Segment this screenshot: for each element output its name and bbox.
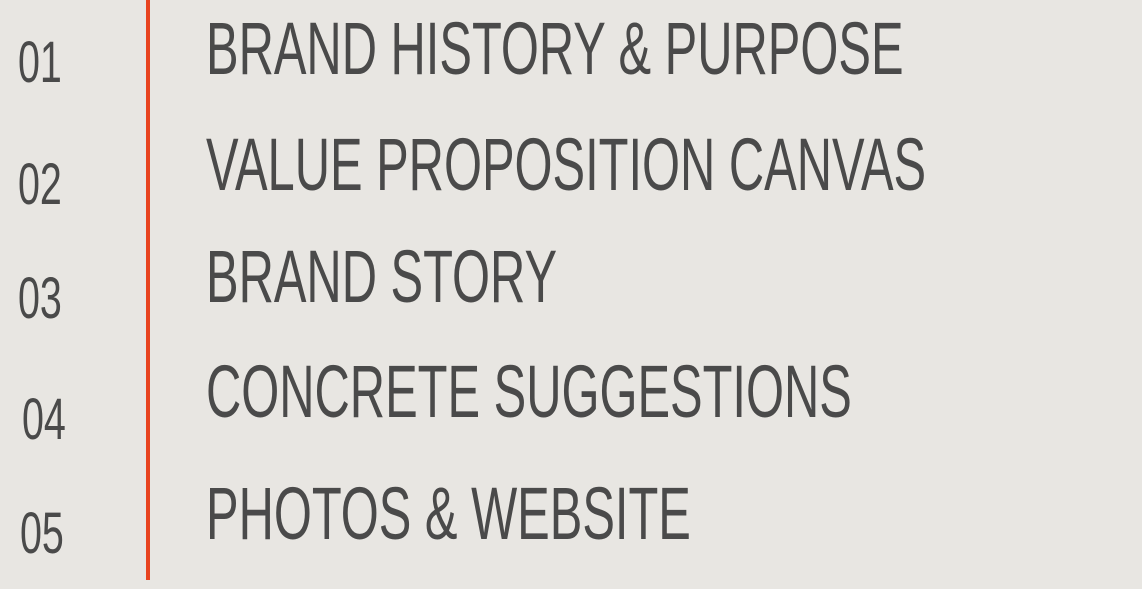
agenda-list: 01 BRAND HISTORY & PURPOSE 02 VALUE PROP… — [0, 0, 1142, 580]
agenda-item: 03 BRAND STORY — [0, 222, 1142, 332]
agenda-item-number: 01 — [18, 30, 62, 95]
agenda-item: 01 BRAND HISTORY & PURPOSE — [0, 0, 1142, 104]
agenda-item: 02 VALUE PROPOSITION CANVAS — [0, 110, 1142, 220]
agenda-item: 04 CONCRETE SUGGESTIONS — [0, 337, 1142, 452]
agenda-item-title: PHOTOS & WEBSITE — [206, 472, 691, 555]
agenda-item-title: BRAND HISTORY & PURPOSE — [206, 7, 904, 90]
agenda-item: 05 PHOTOS & WEBSITE — [0, 459, 1142, 569]
agenda-item-title: VALUE PROPOSITION CANVAS — [206, 123, 927, 206]
agenda-item-number: 05 — [20, 501, 64, 566]
agenda-item-title: CONCRETE SUGGESTIONS — [206, 350, 852, 433]
agenda-item-title: BRAND STORY — [206, 235, 558, 318]
